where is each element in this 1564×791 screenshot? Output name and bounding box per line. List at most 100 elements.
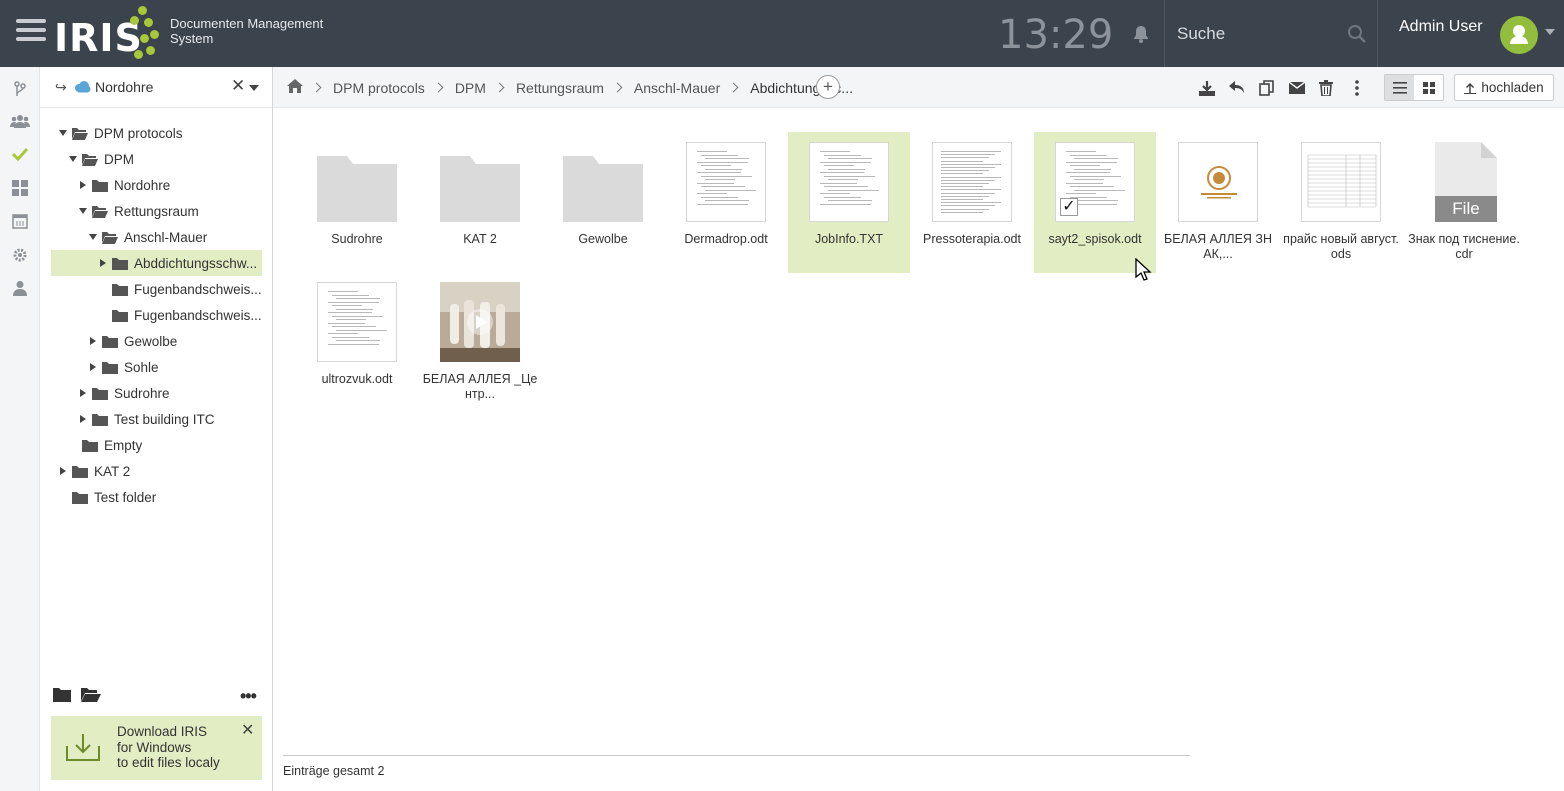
bell-icon[interactable] <box>1131 24 1151 44</box>
tree-item[interactable]: Rettungsraum <box>78 198 268 224</box>
tree-item[interactable]: KAT 2 <box>58 458 268 484</box>
tree-item[interactable]: Gewolbe <box>88 328 268 354</box>
iris-logo[interactable]: IRIS <box>54 4 159 62</box>
file-tile[interactable]: Sudrohre <box>296 132 418 273</box>
caret-right-icon[interactable] <box>78 388 88 398</box>
folder-open-icon[interactable] <box>81 687 101 705</box>
folder-icon <box>82 439 98 452</box>
file-tile[interactable]: Pressoterapia.odt <box>911 132 1033 273</box>
tree-item-label: Rettungsraum <box>114 203 199 219</box>
check-icon[interactable] <box>10 144 30 164</box>
tree-item-label: Fugenbandschweis... <box>134 281 262 297</box>
home-icon[interactable] <box>287 79 303 96</box>
upload-button[interactable]: hochladen <box>1454 74 1554 101</box>
dashboard-icon[interactable] <box>10 178 30 198</box>
breadcrumb-item[interactable]: DPM protocols <box>333 80 425 96</box>
tree-item[interactable]: Empty <box>68 432 268 458</box>
tree-item[interactable]: Sohle <box>88 354 268 380</box>
view-toggle <box>1384 74 1444 101</box>
tree-item[interactable]: Sudrohre <box>78 380 268 406</box>
caret-right-icon[interactable] <box>98 258 108 268</box>
tree-item[interactable]: Test folder <box>58 484 268 510</box>
file-tile[interactable]: File Знак под тиснение.cdr <box>1403 132 1525 273</box>
tree-item[interactable]: DPM <box>68 146 268 172</box>
search-input[interactable] <box>1177 22 1337 46</box>
mail-icon[interactable] <box>1288 79 1306 97</box>
app-subtitle: Documenten Management System <box>170 16 324 46</box>
file-tile[interactable]: JobInfo.TXT <box>788 132 910 273</box>
chevron-down-icon[interactable] <box>249 85 259 91</box>
caret-right-icon[interactable] <box>78 180 88 190</box>
tree-item[interactable]: Anschl-Mauer <box>88 224 268 250</box>
breadcrumb-item[interactable]: Rettungsraum <box>516 80 604 96</box>
tree-item[interactable]: Nordohre <box>78 172 268 198</box>
file-tile[interactable]: ✓ sayt2_spisok.odt <box>1034 132 1156 273</box>
copy-icon[interactable] <box>1258 79 1276 97</box>
close-icon[interactable]: ✕ <box>231 76 245 96</box>
spreadsheet-thumbnail <box>1301 142 1381 222</box>
folder-open-icon <box>92 205 108 218</box>
more-vertical-icon[interactable] <box>1348 79 1366 97</box>
tree-item[interactable]: DPM protocols <box>58 120 268 146</box>
folder-icon[interactable] <box>53 687 71 705</box>
caret-right-icon[interactable] <box>88 362 98 372</box>
user-name[interactable]: Admin User <box>1399 18 1483 36</box>
sidebar-title: Nordohre <box>95 79 154 95</box>
gear-icon[interactable] <box>10 245 30 265</box>
menu-icon[interactable] <box>16 19 46 45</box>
caret-down-icon[interactable] <box>78 206 88 216</box>
file-name: Sudrohre <box>331 232 383 246</box>
trash-icon[interactable] <box>1317 79 1335 97</box>
list-view-icon[interactable] <box>1385 75 1414 100</box>
download-icon[interactable] <box>1198 79 1216 97</box>
avatar[interactable] <box>1500 16 1538 54</box>
file-tile[interactable]: Gewolbe <box>542 132 664 273</box>
folder-icon <box>112 309 128 322</box>
grid-view-icon[interactable] <box>1414 75 1443 100</box>
breadcrumb: DPM protocols DPM Rettungsraum Anschl-Ma… <box>287 79 857 96</box>
tree-item[interactable]: Abddichtungsschw... <box>51 250 262 276</box>
close-icon[interactable]: ✕ <box>241 720 254 740</box>
file-tile[interactable]: БЕЛАЯ АЛЛЕЯ _Центр... <box>419 272 541 413</box>
breadcrumb-item[interactable]: Anschl-Mauer <box>634 80 720 96</box>
file-name: Dermadrop.odt <box>684 232 768 246</box>
caret-down-icon[interactable] <box>68 154 78 164</box>
caret-down-icon[interactable] <box>88 232 98 242</box>
file-tile[interactable]: ultrozvuk.odt <box>296 272 418 413</box>
tree-item-label: DPM protocols <box>94 125 183 141</box>
calendar-icon[interactable] <box>10 211 30 231</box>
file-tile[interactable]: БЕЛАЯ АЛЛЕЯ ЗНАК,... <box>1157 132 1279 273</box>
tree-item-label: KAT 2 <box>94 463 131 479</box>
tree-item[interactable]: Fugenbandschweis... <box>98 302 268 328</box>
folder-icon <box>112 283 128 296</box>
branch-icon[interactable] <box>10 79 30 99</box>
tree-item-label: Anschl-Mauer <box>124 229 208 245</box>
file-name: Знак под тиснение.cdr <box>1408 232 1520 261</box>
more-icon[interactable]: ••• <box>240 687 257 705</box>
add-button[interactable]: + <box>816 75 840 99</box>
breadcrumb-item[interactable]: DPM <box>455 80 486 96</box>
document-thumbnail <box>317 282 397 362</box>
file-tile[interactable]: Dermadrop.odt <box>665 132 787 273</box>
download-banner[interactable]: Download IRIS for Windows to edit files … <box>51 716 262 780</box>
tree-item[interactable]: Fugenbandschweis... <box>98 276 268 302</box>
file-tile[interactable]: прайс новый август.ods <box>1280 132 1402 273</box>
file-name: JobInfo.TXT <box>814 232 884 246</box>
file-thumbnail: File <box>1424 142 1504 222</box>
caret-right-icon[interactable] <box>78 414 88 424</box>
folder-icon <box>72 491 88 504</box>
file-tile[interactable]: KAT 2 <box>419 132 541 273</box>
file-name: БЕЛАЯ АЛЛЕЯ ЗНАК,... <box>1163 232 1272 261</box>
user-icon[interactable] <box>10 278 30 298</box>
reply-icon[interactable] <box>1228 79 1246 97</box>
search-icon[interactable] <box>1347 24 1367 44</box>
return-arrow-icon[interactable]: ↪ <box>55 79 67 96</box>
caret-right-icon[interactable] <box>58 466 68 476</box>
caret-down-icon[interactable] <box>58 128 68 138</box>
tree-item[interactable]: Test building ITC <box>78 406 268 432</box>
caret-right-icon[interactable] <box>88 336 98 346</box>
chevron-down-icon[interactable] <box>1545 29 1555 35</box>
checkbox[interactable]: ✓ <box>1060 198 1078 216</box>
users-icon[interactable] <box>10 111 30 131</box>
